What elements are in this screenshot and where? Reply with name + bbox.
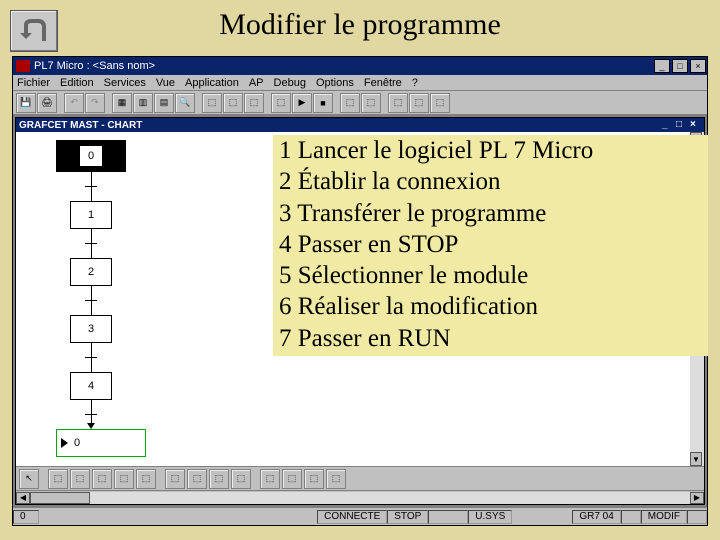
back-button[interactable]: [10, 10, 58, 52]
tool-icon[interactable]: ⬚: [209, 469, 229, 489]
menu-vue[interactable]: Vue: [156, 77, 175, 89]
instruction-line: 1 Lancer le logiciel PL 7 Micro: [279, 135, 702, 166]
window-title: PL7 Micro : <Sans nom>: [34, 60, 653, 72]
status-run: STOP: [387, 510, 428, 524]
instruction-line: 6 Réaliser la modification: [279, 291, 702, 322]
tool-icon[interactable]: ⬚: [114, 469, 134, 489]
status-pos: 0: [13, 510, 39, 524]
toolbar: 💾 🖨 ↶ ↷ ▦ ▥ ▤ 🔍 ⬚ ⬚ ⬚ ⬚ ▶ ■ ⬚ ⬚ ⬚ ⬚ ⬚: [13, 91, 707, 115]
redo-icon[interactable]: ↷: [85, 93, 105, 113]
tool-icon[interactable]: ▤: [154, 93, 174, 113]
menu-application[interactable]: Application: [185, 77, 239, 89]
tool-icon[interactable]: ⬚: [340, 93, 360, 113]
app-icon: [16, 60, 30, 72]
tool-icon[interactable]: ⬚: [244, 93, 264, 113]
grafcet-step[interactable]: 4: [70, 372, 112, 400]
tool-icon[interactable]: ⬚: [136, 469, 156, 489]
instruction-line: 2 Établir la connexion: [279, 166, 702, 197]
step-label: 0: [74, 437, 80, 449]
tool-icon[interactable]: ⬚: [304, 469, 324, 489]
toolbar-bottom: ↖ ⬚ ⬚ ⬚ ⬚ ⬚ ⬚ ⬚ ⬚ ⬚ ⬚ ⬚ ⬚ ⬚: [16, 466, 704, 490]
binoculars-icon[interactable]: 🔍: [175, 93, 195, 113]
instruction-line: 7 Passer en RUN: [279, 323, 702, 354]
grafcet-step[interactable]: 1: [70, 201, 112, 229]
child-close-button[interactable]: ×: [690, 119, 703, 131]
status-mode: MODIF: [641, 510, 687, 524]
tool-icon[interactable]: ⬚: [223, 93, 243, 113]
child-titlebar: GRAFCET MAST - CHART _ □ ×: [16, 118, 704, 132]
save-icon[interactable]: 💾: [16, 93, 36, 113]
tool-icon[interactable]: ⬚: [48, 469, 68, 489]
status-blank: [621, 510, 641, 524]
tool-icon[interactable]: ⬚: [271, 93, 291, 113]
horizontal-scrollbar[interactable]: ◀ ▶: [16, 490, 704, 504]
tool-icon[interactable]: ⬚: [361, 93, 381, 113]
page-title: Modifier le programme: [0, 0, 720, 46]
scroll-down-icon[interactable]: ▼: [690, 452, 702, 466]
maximize-button[interactable]: □: [672, 59, 688, 73]
instructions-overlay: 1 Lancer le logiciel PL 7 Micro 2 Établi…: [273, 135, 708, 356]
tool-icon[interactable]: ⬚: [231, 469, 251, 489]
step-label: 3: [88, 323, 94, 335]
return-arrow-icon: [61, 438, 68, 448]
grafcet-step[interactable]: 2: [70, 258, 112, 286]
tool-icon[interactable]: ▥: [133, 93, 153, 113]
stop-icon[interactable]: ■: [313, 93, 333, 113]
scroll-track[interactable]: [30, 492, 690, 504]
statusbar: 0 CONNECTE STOP U.SYS GR7 04 MODIF: [13, 507, 707, 525]
menubar: Fichier Edition Services Vue Application…: [13, 75, 707, 91]
status-mem: U.SYS: [468, 510, 512, 524]
step-label: 2: [88, 266, 94, 278]
menu-help[interactable]: ?: [412, 77, 418, 89]
status-grid: GR7 04: [572, 510, 620, 524]
menu-services[interactable]: Services: [104, 77, 146, 89]
instruction-line: 3 Transférer le programme: [279, 198, 702, 229]
titlebar: PL7 Micro : <Sans nom> _ □ ×: [13, 57, 707, 75]
tool-icon[interactable]: ⬚: [326, 469, 346, 489]
menu-edition[interactable]: Edition: [60, 77, 94, 89]
pointer-icon[interactable]: ↖: [19, 469, 39, 489]
print-icon[interactable]: 🖨: [37, 93, 57, 113]
tool-icon[interactable]: ⬚: [282, 469, 302, 489]
menu-fichier[interactable]: Fichier: [17, 77, 50, 89]
scroll-thumb[interactable]: [30, 492, 90, 504]
tool-icon[interactable]: ⬚: [202, 93, 222, 113]
scroll-right-icon[interactable]: ▶: [690, 492, 704, 504]
scroll-left-icon[interactable]: ◀: [16, 492, 30, 504]
tool-icon[interactable]: ⬚: [165, 469, 185, 489]
tool-icon[interactable]: ⬚: [92, 469, 112, 489]
menu-options[interactable]: Options: [316, 77, 354, 89]
instruction-line: 5 Sélectionner le module: [279, 260, 702, 291]
menu-fenetre[interactable]: Fenêtre: [364, 77, 402, 89]
step-label: 1: [88, 209, 94, 221]
step-label: 0: [88, 150, 94, 162]
status-connect: CONNECTE: [317, 510, 387, 524]
tool-icon[interactable]: ⬚: [187, 469, 207, 489]
status-blank: [428, 510, 468, 524]
tool-icon[interactable]: ▦: [112, 93, 132, 113]
child-maximize-button[interactable]: □: [676, 119, 689, 131]
child-minimize-button[interactable]: _: [662, 119, 675, 131]
tool-icon[interactable]: ⬚: [388, 93, 408, 113]
tool-icon[interactable]: ⬚: [409, 93, 429, 113]
tool-icon[interactable]: ⬚: [260, 469, 280, 489]
grafcet-initial-step[interactable]: 0: [56, 140, 126, 172]
u-turn-arrow-icon: [18, 17, 50, 45]
undo-icon[interactable]: ↶: [64, 93, 84, 113]
tool-icon[interactable]: ⬚: [430, 93, 450, 113]
tool-icon[interactable]: ⬚: [70, 469, 90, 489]
grafcet-step[interactable]: 3: [70, 315, 112, 343]
menu-debug[interactable]: Debug: [274, 77, 306, 89]
step-label: 4: [88, 380, 94, 392]
grafcet-diagram: 0 1 2 3: [56, 140, 146, 457]
run-icon[interactable]: ▶: [292, 93, 312, 113]
instruction-line: 4 Passer en STOP: [279, 229, 702, 260]
grafcet-return-step[interactable]: 0: [56, 429, 146, 457]
child-title-text: GRAFCET MAST - CHART: [19, 120, 142, 131]
menu-ap[interactable]: AP: [249, 77, 264, 89]
close-button[interactable]: ×: [690, 59, 706, 73]
status-blank: [687, 510, 707, 524]
minimize-button[interactable]: _: [654, 59, 670, 73]
